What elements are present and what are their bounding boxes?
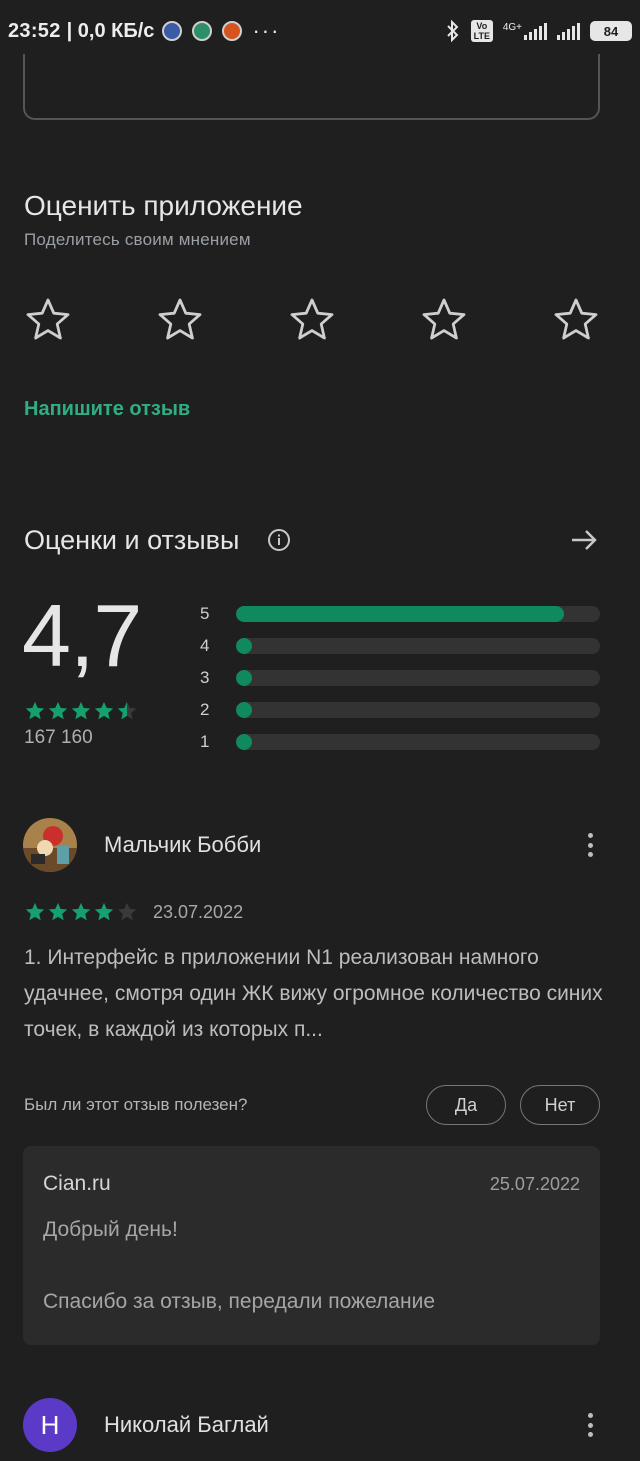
- battery-icon: 84: [590, 21, 632, 41]
- more-options-icon[interactable]: [580, 827, 600, 863]
- star-icon: [117, 701, 137, 720]
- rating-bar-fill: [236, 670, 252, 686]
- rate-app-subtitle: Поделитесь своим мнением: [24, 230, 251, 249]
- rate-stars: [24, 296, 600, 344]
- helpful-no-button[interactable]: Нет: [520, 1085, 600, 1125]
- status-speed: | 0,0 КБ/с: [66, 19, 155, 42]
- reply-text: Спасибо за отзыв, передали пожелание: [43, 1290, 435, 1313]
- signal-icon-2: [557, 22, 580, 40]
- volte-icon: Vo LTE: [470, 20, 493, 42]
- avatar: Н: [23, 1398, 77, 1452]
- rating-bar-track: [236, 734, 600, 750]
- rating-bar-row: 2: [200, 694, 600, 726]
- review-date: 23.07.2022: [153, 901, 244, 922]
- rate-star-3[interactable]: [288, 296, 336, 344]
- rate-star-5[interactable]: [552, 296, 600, 344]
- rating-bar-track: [236, 638, 600, 654]
- star-icon: [48, 902, 68, 921]
- app-notification-icon: [192, 21, 213, 41]
- star-icon: [94, 902, 114, 921]
- rating-bar-fill: [236, 702, 252, 718]
- reply-date: 25.07.2022: [489, 1173, 580, 1194]
- review-stars: [24, 901, 139, 923]
- previous-card: [23, 54, 600, 120]
- status-bar: 23:52 | 0,0 КБ/с ··· Vo LTE 4G+ 84: [0, 0, 640, 62]
- review-meta: 23.07.2022: [24, 901, 243, 923]
- notification-icons: ···: [162, 18, 280, 44]
- rate-star-2[interactable]: [156, 296, 204, 344]
- star-icon: [94, 701, 114, 720]
- signal-icon: [524, 22, 547, 40]
- star-icon: [71, 701, 91, 720]
- average-rating: 4,7: [22, 586, 142, 685]
- info-icon[interactable]: [267, 528, 291, 552]
- rating-bar-track: [236, 606, 600, 622]
- rating-bar-row: 3: [200, 662, 600, 694]
- rating-bar-fill: [236, 606, 564, 622]
- average-stars: [24, 700, 138, 722]
- star-icon: [48, 701, 68, 720]
- star-icon: [71, 902, 91, 921]
- review-header: Н Николай Баглай: [23, 1398, 600, 1452]
- reply-greeting: Добрый день!: [43, 1218, 178, 1241]
- rating-bar-fill: [236, 734, 252, 750]
- review-header: Мальчик Бобби: [23, 818, 600, 872]
- ratings-header[interactable]: Оценки и отзывы: [24, 520, 600, 560]
- review-text[interactable]: 1. Интерфейс в приложении N1 реализован …: [24, 940, 604, 1048]
- helpful-row: Был ли этот отзыв полезен? Да Нет: [24, 1085, 600, 1125]
- review-author: Николай Баглай: [104, 1412, 269, 1437]
- rate-star-1[interactable]: [24, 296, 72, 344]
- rating-bar-label: 3: [200, 668, 210, 687]
- rating-bar-track: [236, 670, 600, 686]
- rating-bar-fill: [236, 638, 252, 654]
- rating-bar-label: 1: [200, 732, 210, 751]
- star-icon: [25, 902, 45, 921]
- rating-count: 167 160: [24, 727, 93, 748]
- avatar: [23, 818, 77, 872]
- developer-name: Cian.ru: [43, 1172, 111, 1195]
- rating-bar-label: 2: [200, 700, 210, 719]
- rating-bar-row: 1: [200, 726, 600, 758]
- ratings-title: Оценки и отзывы: [24, 524, 240, 555]
- status-time: 23:52: [8, 19, 61, 42]
- rating-bar-label: 5: [200, 604, 210, 623]
- helpful-yes-button[interactable]: Да: [426, 1085, 506, 1125]
- write-review-link[interactable]: Напишите отзыв: [24, 398, 190, 421]
- rating-bar-row: 5: [200, 598, 600, 630]
- bluetooth-icon: [447, 19, 459, 43]
- rating-distribution: 5 4 3 2 1: [200, 598, 600, 758]
- app-notification-icon: [222, 21, 243, 41]
- rating-bar-row: 4: [200, 630, 600, 662]
- app-notification-icon: [162, 21, 183, 41]
- developer-reply[interactable]: Cian.ru 25.07.2022 Добрый день! Спасибо …: [23, 1146, 600, 1345]
- star-icon: [25, 701, 45, 720]
- review-author: Мальчик Бобби: [104, 832, 262, 857]
- rating-bar-label: 4: [200, 636, 210, 655]
- rating-bar-track: [236, 702, 600, 718]
- arrow-right-icon[interactable]: [568, 524, 600, 556]
- helpful-question: Был ли этот отзыв полезен?: [24, 1095, 248, 1114]
- rate-star-4[interactable]: [420, 296, 468, 344]
- star-icon: [117, 902, 137, 921]
- network-type: 4G+: [502, 22, 522, 33]
- more-notifications-icon: ···: [252, 18, 281, 43]
- rate-app-title: Оценить приложение: [24, 190, 303, 221]
- more-options-icon[interactable]: [580, 1407, 600, 1443]
